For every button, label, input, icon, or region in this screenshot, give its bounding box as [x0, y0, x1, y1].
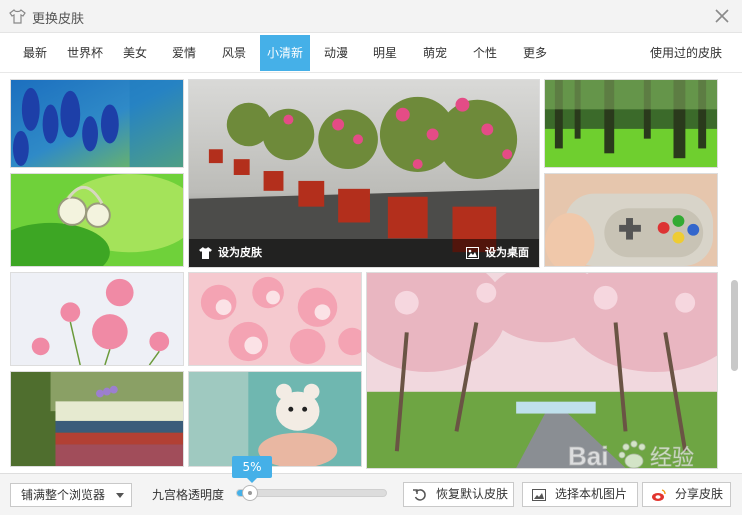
- bottom-toolbar: 铺满整个浏览器 九宫格透明度 恢复默认皮肤 选择本机图片 分享皮肤: [0, 473, 742, 515]
- skin-thumbnail-books-lavender[interactable]: [10, 371, 184, 467]
- baidu-jingyan-watermark: Bai 经验: [568, 440, 694, 471]
- set-desktop-button[interactable]: 设为桌面: [466, 245, 529, 261]
- skin-thumbnail-cherry-blossom[interactable]: [188, 272, 362, 366]
- restore-default-label: 恢复默认皮肤: [436, 487, 509, 501]
- tab-more[interactable]: 更多: [514, 35, 556, 71]
- featured-action-bar: 设为皮肤 设为桌面: [189, 239, 539, 267]
- share-skin-label: 分享皮肤: [675, 487, 724, 501]
- opacity-slider[interactable]: [236, 489, 387, 497]
- set-skin-label: 设为皮肤: [218, 246, 262, 259]
- fill-mode-select[interactable]: 铺满整个浏览器: [10, 483, 132, 507]
- close-icon[interactable]: [712, 6, 732, 26]
- picture-icon: [466, 247, 479, 259]
- share-skin-button[interactable]: 分享皮肤: [642, 482, 731, 507]
- tab-beauty[interactable]: 美女: [114, 35, 156, 71]
- skin-thumbnail-game-controller[interactable]: [544, 173, 718, 267]
- tab-scenery[interactable]: 风景: [213, 35, 255, 71]
- skin-grid: 设为皮肤 设为桌面: [0, 73, 742, 473]
- window-title: 更换皮肤: [32, 12, 85, 27]
- set-desktop-label: 设为桌面: [485, 246, 529, 259]
- tab-stars[interactable]: 明星: [364, 35, 406, 71]
- opacity-value-tooltip: 5%: [232, 456, 272, 483]
- set-skin-button[interactable]: 设为皮肤: [199, 245, 262, 261]
- choose-local-image-label: 选择本机图片: [555, 487, 628, 501]
- featured-skin-potted-flowers[interactable]: 设为皮肤 设为桌面: [188, 79, 540, 268]
- tshirt-icon: [199, 247, 212, 259]
- vertical-scrollbar[interactable]: [730, 77, 739, 471]
- tab-pets[interactable]: 萌宠: [414, 35, 456, 71]
- category-tabs: 最新 世界杯 美女 爱情 风景 小清新 动漫 明星 萌宠 个性 更多 使用过的皮…: [0, 33, 742, 73]
- tab-fresh[interactable]: 小清新: [260, 35, 310, 71]
- choose-local-image-button[interactable]: 选择本机图片: [522, 482, 638, 507]
- watermark-brand-b: 经验: [650, 446, 694, 471]
- title-bar: 更换皮肤: [0, 0, 742, 33]
- opacity-slider-handle[interactable]: [242, 485, 258, 501]
- tab-personality[interactable]: 个性: [464, 35, 506, 71]
- picture-icon: [532, 489, 546, 501]
- undo-icon: [413, 489, 426, 501]
- used-skins-link[interactable]: 使用过的皮肤: [646, 35, 726, 71]
- weibo-icon: [652, 489, 666, 501]
- watermark-brand-a: Bai: [568, 441, 608, 471]
- tab-world-cup[interactable]: 世界杯: [61, 35, 109, 71]
- skin-thumbnail-blue-flowers[interactable]: [10, 79, 184, 168]
- tab-love[interactable]: 爱情: [163, 35, 205, 71]
- tshirt-icon: [9, 9, 26, 24]
- skin-thumbnail-headphones[interactable]: [10, 173, 184, 267]
- tab-latest[interactable]: 最新: [14, 35, 56, 71]
- skin-thumbnail-green-forest[interactable]: [544, 79, 718, 168]
- skin-thumbnail-hamster[interactable]: [188, 371, 362, 467]
- skin-thumbnail-pink-cosmos[interactable]: [10, 272, 184, 366]
- restore-default-button[interactable]: 恢复默认皮肤: [403, 482, 514, 507]
- chevron-down-icon: [116, 493, 124, 498]
- opacity-label: 九宫格透明度: [152, 488, 225, 502]
- fill-mode-value: 铺满整个浏览器: [21, 488, 106, 502]
- scrollbar-thumb[interactable]: [731, 280, 738, 371]
- tab-anime[interactable]: 动漫: [315, 35, 357, 71]
